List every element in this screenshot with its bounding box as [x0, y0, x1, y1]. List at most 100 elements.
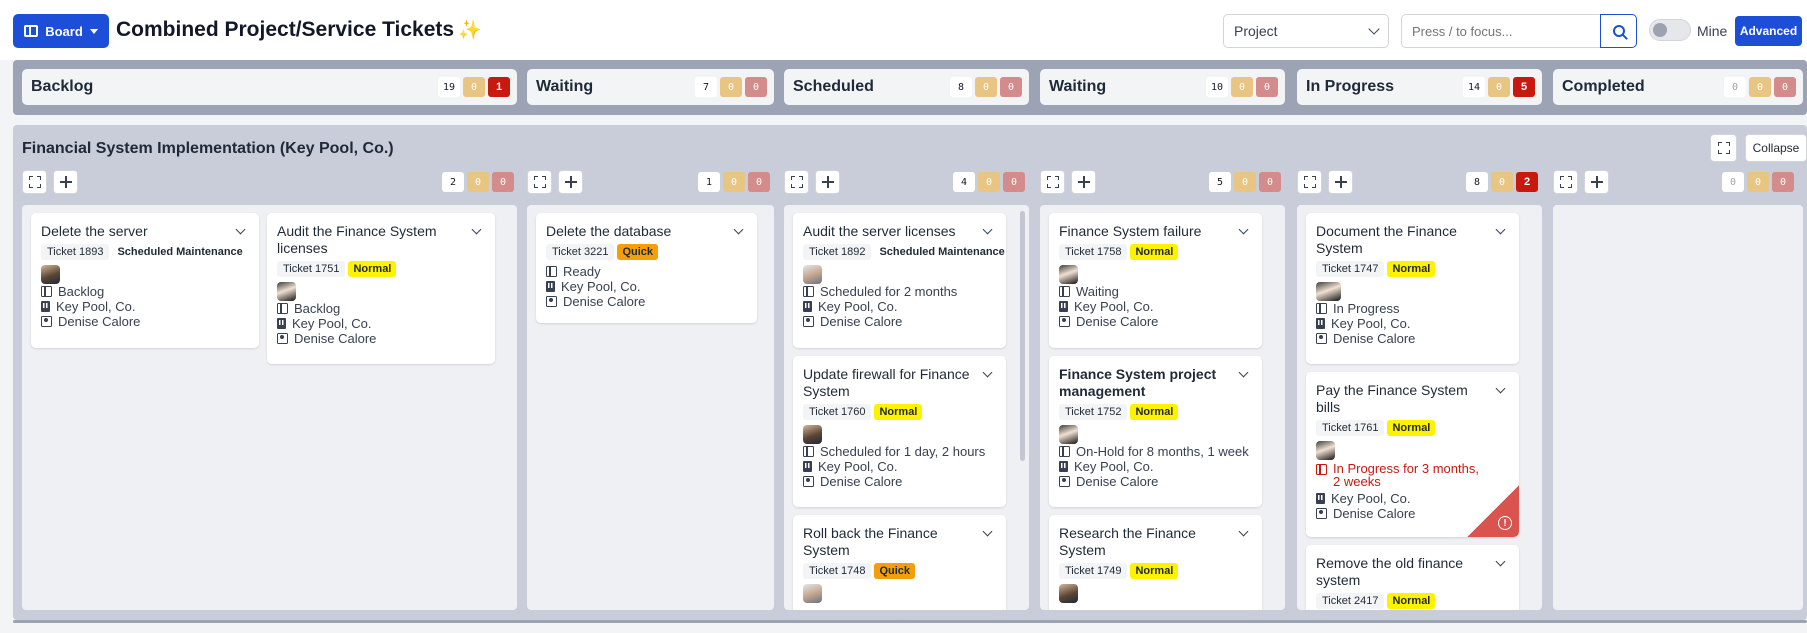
- ticket-card[interactable]: Audit the Finance System licenses Ticket…: [267, 213, 495, 364]
- stage-counts: 0 0 0: [1724, 77, 1796, 97]
- ticket-card[interactable]: Delete the database Ticket 3221 Quick Re…: [536, 213, 757, 323]
- building-icon: [1316, 318, 1325, 329]
- stage-scheduled[interactable]: Scheduled 8 0 0: [784, 69, 1029, 105]
- ticket-card[interactable]: Delete the server Ticket 1893 Scheduled …: [31, 213, 259, 348]
- avatar: [1059, 584, 1078, 603]
- contact-icon: [803, 316, 814, 327]
- add-ticket-button[interactable]: [1071, 170, 1096, 194]
- add-ticket-button[interactable]: [1584, 170, 1609, 194]
- company-text: Key Pool, Co.: [1331, 491, 1411, 506]
- column-fullscreen-button[interactable]: [1553, 170, 1578, 194]
- card-owner: Denise Calore: [41, 314, 249, 329]
- stage-counts: 8 0 0: [950, 77, 1022, 97]
- search-button[interactable]: [1600, 14, 1637, 48]
- column-fullscreen-button[interactable]: [527, 170, 552, 194]
- ticket-type: Normal: [348, 261, 397, 277]
- status-text: Waiting: [1076, 284, 1119, 299]
- caret-down-icon: [89, 28, 98, 34]
- count-overdue: 0: [492, 172, 514, 192]
- project-select-value: Project: [1234, 23, 1278, 39]
- avatar: [277, 282, 296, 301]
- card-title: Finance System failure: [1059, 223, 1202, 239]
- company-text: Key Pool, Co.: [1074, 299, 1154, 314]
- card-owner: Denise Calore: [1059, 314, 1252, 329]
- card-owner: Denise Calore: [1059, 474, 1252, 489]
- owner-text: Denise Calore: [820, 474, 903, 489]
- column-controls-backlog: 2 0 0: [22, 170, 517, 198]
- card-status: Waiting: [1059, 284, 1252, 299]
- ticket-card[interactable]: Finance System failure Ticket 1758 Norma…: [1049, 213, 1262, 348]
- add-ticket-button[interactable]: [558, 170, 583, 194]
- ticket-card[interactable]: Finance System project management Ticket…: [1049, 356, 1262, 507]
- avatar: [803, 584, 822, 603]
- card-title: Finance System project management: [1059, 366, 1217, 399]
- building-icon: [1059, 301, 1068, 312]
- ticket-card[interactable]: Update firewall for Finance System Ticke…: [793, 356, 1006, 507]
- fullscreen-icon: [1559, 176, 1572, 188]
- add-ticket-button[interactable]: [815, 170, 840, 194]
- count-overdue: 0: [745, 77, 767, 97]
- ticket-card[interactable]: Pay the Finance System bills Ticket 1761…: [1306, 372, 1519, 537]
- card-owner: Denise Calore: [1316, 331, 1509, 346]
- add-ticket-button[interactable]: [1328, 170, 1353, 194]
- card-tags: Ticket 1892 Scheduled Maintenance: [803, 243, 1006, 261]
- card-owner: Denise Calore: [546, 294, 747, 309]
- ticket-number: Ticket 1751: [277, 261, 346, 277]
- column-fullscreen-button[interactable]: [22, 170, 47, 194]
- swimlane: Financial System Implementation (Key Poo…: [13, 125, 1807, 620]
- card-tags: Ticket 1760 Normal: [803, 403, 996, 421]
- column-counts: 2 0 0: [442, 172, 514, 192]
- stage-name: In Progress: [1306, 78, 1395, 95]
- mine-toggle[interactable]: [1649, 19, 1691, 41]
- count-warning: 0: [723, 172, 745, 192]
- column-fullscreen-button[interactable]: [1040, 170, 1065, 194]
- advanced-button[interactable]: Advanced: [1735, 16, 1802, 46]
- status-text: Ready: [563, 264, 601, 279]
- swimlane-title: Financial System Implementation (Key Poo…: [22, 140, 394, 157]
- owner-text: Denise Calore: [58, 314, 141, 329]
- column-waiting-2: Finance System failure Ticket 1758 Norma…: [1040, 205, 1285, 610]
- ticket-card[interactable]: Remove the old finance system Ticket 241…: [1306, 545, 1519, 610]
- card-title: Research the Finance System: [1059, 525, 1196, 558]
- stage-waiting-2[interactable]: Waiting 10 0 0: [1040, 69, 1285, 105]
- swimlane-fullscreen-button[interactable]: [1710, 134, 1737, 162]
- resize-handle[interactable]: •••: [900, 617, 914, 628]
- card-tags: Ticket 1748 Quick: [803, 562, 996, 580]
- count-overdue: 0: [1003, 172, 1025, 192]
- stage-in-progress[interactable]: In Progress 14 0 5: [1297, 69, 1542, 105]
- avatar: [1059, 265, 1078, 284]
- owner-text: Denise Calore: [294, 331, 377, 346]
- stage-counts: 7 0 0: [695, 77, 767, 97]
- ticket-card[interactable]: Research the Finance System Ticket 1749 …: [1049, 515, 1262, 610]
- ticket-card[interactable]: Document the Finance System Ticket 1747 …: [1306, 213, 1519, 364]
- collapse-button[interactable]: Collapse: [1745, 134, 1807, 162]
- count-warning: 0: [1234, 172, 1256, 192]
- card-status: Backlog: [277, 301, 485, 316]
- column-counts: 1 0 0: [698, 172, 770, 192]
- count-overdue: 0: [1000, 77, 1022, 97]
- building-icon: [803, 301, 812, 312]
- fullscreen-icon: [28, 176, 41, 188]
- project-select[interactable]: Project: [1223, 14, 1389, 48]
- stage-waiting[interactable]: Waiting 7 0 0: [527, 69, 774, 105]
- column-fullscreen-button[interactable]: [1297, 170, 1322, 194]
- card-title: Pay the Finance System bills: [1316, 382, 1468, 415]
- ticket-type: Normal: [1387, 261, 1436, 277]
- card-title: Document the Finance System: [1316, 223, 1457, 256]
- column-controls-waiting: 1 0 0: [527, 170, 774, 198]
- add-ticket-button[interactable]: [53, 170, 78, 194]
- count-warning: 0: [467, 172, 489, 192]
- board-view-button[interactable]: Board: [13, 14, 109, 48]
- ticket-card[interactable]: Roll back the Finance System Ticket 1748…: [793, 515, 1006, 610]
- search-input[interactable]: [1401, 14, 1601, 48]
- stage-completed[interactable]: Completed 0 0 0: [1553, 69, 1803, 105]
- top-bar: Board Combined Project/Service Tickets ✨ …: [0, 0, 1807, 60]
- owner-text: Denise Calore: [563, 294, 646, 309]
- count-total: 8: [1466, 172, 1488, 192]
- count-warning: 0: [1488, 77, 1510, 97]
- card-company: Key Pool, Co.: [41, 299, 249, 314]
- column-fullscreen-button[interactable]: [784, 170, 809, 194]
- ticket-card[interactable]: Audit the server licenses Ticket 1892 Sc…: [793, 213, 1006, 348]
- stage-backlog[interactable]: Backlog 19 0 1: [22, 69, 517, 105]
- column-scrollbar[interactable]: [1020, 211, 1025, 461]
